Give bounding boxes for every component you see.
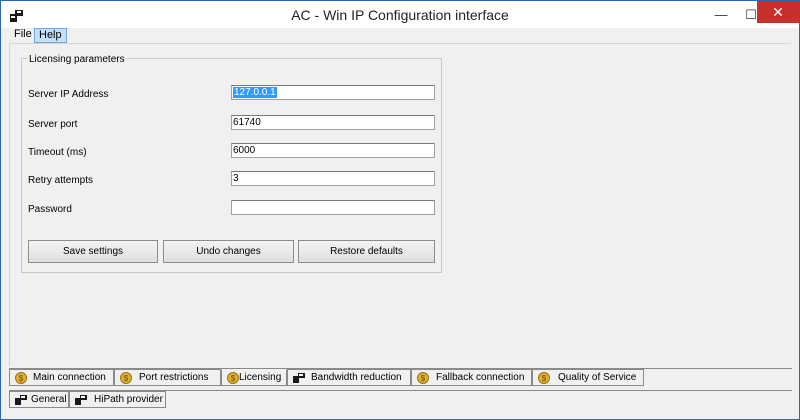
coin-icon: $ (417, 372, 429, 384)
server-port-input[interactable]: 61740 (231, 115, 435, 130)
restore-defaults-button[interactable]: Restore defaults (298, 240, 435, 263)
tab-label: Quality of Service (558, 372, 637, 383)
timeout-input[interactable]: 6000 (231, 143, 435, 158)
app-window: AC - Win IP Configuration interface — ☐ … (0, 0, 800, 420)
menu-help[interactable]: Help (34, 28, 67, 43)
server-ip-value: 127.0.0.1 (233, 87, 277, 98)
svg-text:$: $ (231, 374, 236, 383)
tab-main-connection[interactable]: $ Main connection (9, 369, 114, 386)
password-label: Password (28, 204, 72, 215)
tab-licensing[interactable]: $ Licensing (221, 369, 287, 386)
svg-text:$: $ (124, 374, 129, 383)
svg-text:$: $ (421, 374, 426, 383)
network-icon (293, 373, 305, 383)
coin-icon: $ (120, 372, 132, 384)
retry-attempts-input[interactable]: 3 (231, 171, 435, 186)
network-icon (15, 395, 27, 405)
svg-text:$: $ (19, 374, 24, 383)
server-ip-label: Server IP Address (28, 89, 109, 100)
close-button[interactable]: ✕ (757, 1, 799, 23)
network-icon (75, 395, 87, 405)
group-title: Licensing parameters (27, 54, 127, 65)
coin-icon: $ (227, 372, 239, 384)
tab-hipath-provider[interactable]: HiPath provider (69, 391, 166, 408)
undo-changes-button[interactable]: Undo changes (163, 240, 294, 263)
tab-label: General (31, 394, 67, 405)
timeout-label: Timeout (ms) (28, 147, 87, 158)
svg-text:$: $ (542, 374, 547, 383)
tab-label: HiPath provider (94, 394, 163, 405)
password-input[interactable] (231, 200, 435, 215)
minimize-button[interactable]: — (705, 1, 737, 28)
tab-label: Licensing (239, 372, 282, 383)
save-settings-button[interactable]: Save settings (28, 240, 158, 263)
server-ip-input[interactable]: 127.0.0.1 (231, 85, 435, 100)
tab-port-restrictions[interactable]: $ Port restrictions (114, 369, 221, 386)
tab-fallback-connection[interactable]: $ Fallback connection (411, 369, 532, 386)
tab-bandwidth-reduction[interactable]: Bandwidth reduction (287, 369, 411, 386)
retry-attempts-label: Retry attempts (28, 175, 94, 186)
title-bar: AC - Win IP Configuration interface — ☐ … (1, 1, 799, 29)
menu-bar: File Help (1, 28, 799, 43)
menu-file[interactable]: File (9, 28, 37, 42)
tab-label: Main connection (33, 372, 106, 383)
window-title: AC - Win IP Configuration interface (291, 7, 509, 23)
tab-label: Fallback connection (436, 372, 525, 383)
tab-label: Bandwidth reduction (311, 372, 402, 383)
tab-label: Port restrictions (139, 372, 209, 383)
server-port-label: Server port (28, 119, 78, 130)
tab-general[interactable]: General (9, 391, 69, 408)
coin-icon: $ (15, 372, 27, 384)
coin-icon: $ (538, 372, 550, 384)
tab-quality-of-service[interactable]: $ Quality of Service (532, 369, 644, 386)
